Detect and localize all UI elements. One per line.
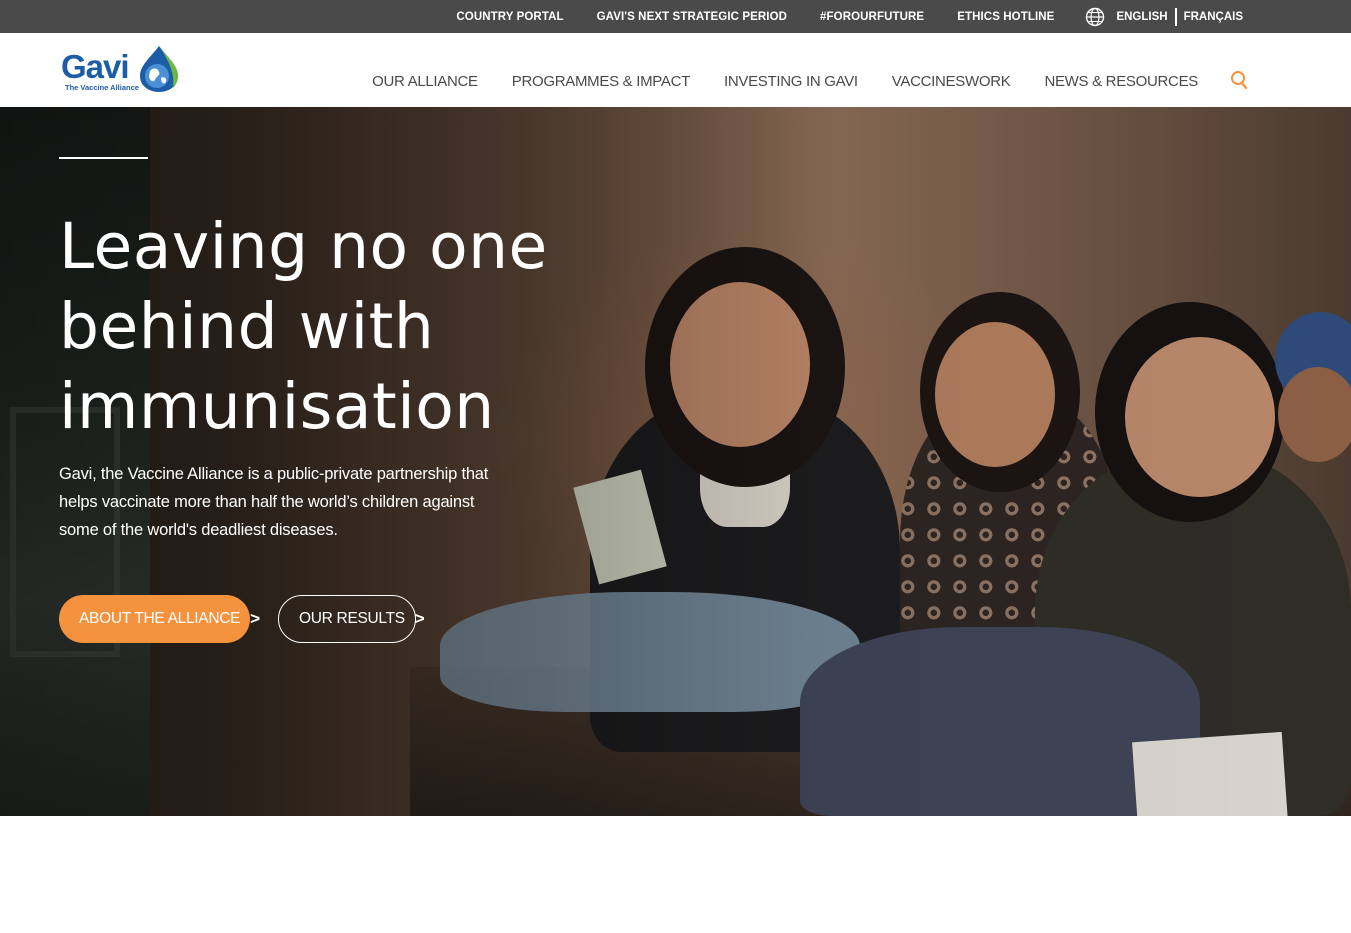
nav-news-resources[interactable]: NEWS & RESOURCES [1044,73,1198,90]
nav-investing-in-gavi[interactable]: INVESTING IN GAVI [724,73,858,90]
utility-link-country-portal[interactable]: COUNTRY PORTAL [456,11,563,23]
our-results-label: OUR RESULTS [299,610,405,627]
nav-our-alliance[interactable]: OUR ALLIANCE [372,73,478,90]
gavi-logo[interactable]: Gavi The Vaccine Alliance [60,45,184,95]
main-nav: OUR ALLIANCE PROGRAMMES & IMPACT INVESTI… [372,73,1198,90]
our-results-button[interactable]: OUR RESULTS > [278,595,425,643]
nav-vaccineswork[interactable]: VACCINESWORK [892,73,1011,90]
logo-wordmark: Gavi [61,48,130,85]
page-content-area [0,816,1351,933]
utility-links: COUNTRY PORTAL GAVI'S NEXT STRATEGIC PER… [456,0,1243,33]
utility-link-forourfuture[interactable]: #FOROURFUTURE [820,11,924,23]
utility-bar: COUNTRY PORTAL GAVI'S NEXT STRATEGIC PER… [0,0,1351,33]
hero-description: Gavi, the Vaccine Alliance is a public-p… [59,465,489,539]
about-the-alliance-label: ABOUT THE ALLIANCE [79,610,241,627]
language-divider [1174,7,1177,26]
language-french[interactable]: FRANÇAIS [1184,11,1243,23]
language-switcher: ENGLISH FRANÇAIS [1085,7,1243,27]
arrow-right-icon: > [250,609,260,628]
logo-tagline: The Vaccine Alliance [65,83,139,92]
hero-rule [59,157,148,159]
about-the-alliance-button[interactable]: ABOUT THE ALLIANCE > [59,595,260,643]
site-header: Gavi The Vaccine Alliance OUR ALLIANCE P… [0,33,1351,107]
language-english[interactable]: ENGLISH [1116,11,1167,23]
nav-programmes-impact[interactable]: PROGRAMMES & IMPACT [512,73,691,90]
logo-globe-icon [140,46,178,92]
search-icon[interactable] [1229,70,1249,90]
utility-link-strategic-period[interactable]: GAVI'S NEXT STRATEGIC PERIOD [597,11,787,23]
hero-title: Leaving no one behind with immunisation [59,210,548,443]
globe-icon [1086,7,1105,26]
hero-banner: Leaving no one behind with immunisation … [0,107,1351,816]
arrow-right-icon: > [414,609,425,628]
utility-link-ethics-hotline[interactable]: ETHICS HOTLINE [957,11,1054,23]
